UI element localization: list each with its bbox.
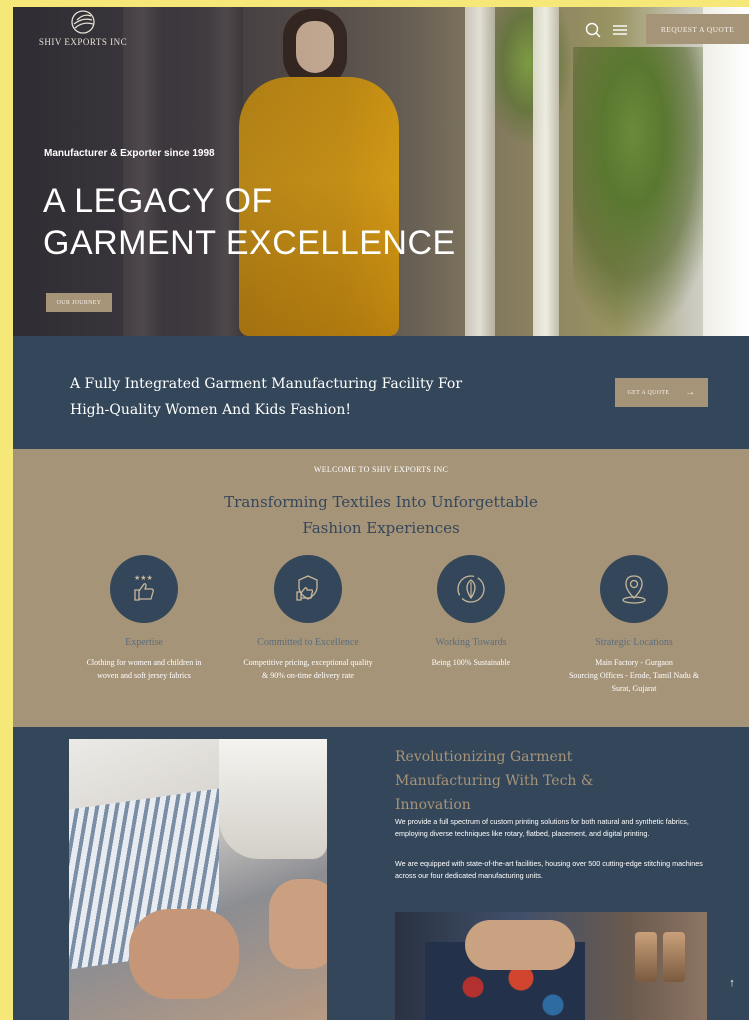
welcome-title-line2: Fashion Experiences bbox=[302, 519, 460, 537]
feature-locations: Strategic Locations Main Factory - Gurga… bbox=[554, 555, 714, 695]
search-icon[interactable] bbox=[584, 21, 602, 39]
feature-desc: Being 100% Sustainable bbox=[431, 658, 511, 667]
feature-expertise: ★★★ Expertise Clothing for women and chi… bbox=[64, 555, 224, 682]
welcome-title-line1: Transforming Textiles Into Unforgettable bbox=[224, 493, 538, 511]
hero-title-line1: A LEGACY OF bbox=[43, 182, 273, 220]
facility-text-line1: A Fully Integrated Garment Manufacturing… bbox=[70, 376, 463, 392]
feature-desc: Competitive pricing, exceptional quality… bbox=[243, 658, 373, 680]
innovation-paragraph-1: We provide a full spectrum of custom pri… bbox=[395, 817, 689, 838]
feature-sustainable: Working Towards Being 100% Sustainable bbox=[391, 555, 551, 669]
arrow-up-icon: ↑ bbox=[729, 977, 735, 989]
menu-icon[interactable] bbox=[611, 21, 629, 39]
location-pin-icon bbox=[622, 575, 646, 604]
hero-tagline: Manufacturer & Exporter since 1998 bbox=[44, 148, 215, 159]
logo-icon bbox=[71, 10, 95, 34]
our-journey-button[interactable]: OUR JOURNEY bbox=[46, 293, 112, 312]
request-quote-button[interactable]: REQUEST A QUOTE bbox=[646, 14, 749, 44]
hero-section: SHIV EXPORTS INC REQUEST A QUOTE Manufac… bbox=[13, 7, 749, 336]
excellence-icon bbox=[296, 575, 318, 601]
arrow-right-icon: → bbox=[685, 387, 696, 398]
embroidery-image bbox=[395, 912, 707, 1020]
feature-excellence: Committed to Excellence Competitive pric… bbox=[228, 555, 388, 682]
facility-text: A Fully Integrated Garment Manufacturing… bbox=[70, 371, 510, 423]
feature-title: Strategic Locations bbox=[595, 637, 673, 648]
feature-title: Committed to Excellence bbox=[257, 637, 359, 648]
facility-band: A Fully Integrated Garment Manufacturing… bbox=[13, 336, 749, 449]
svg-text:★★★: ★★★ bbox=[134, 574, 153, 582]
logo-text: SHIV EXPORTS INC bbox=[38, 37, 128, 47]
feature-desc: Clothing for women and children in woven… bbox=[86, 658, 202, 680]
welcome-eyebrow: WELCOME TO SHIV EXPORTS INC bbox=[313, 465, 449, 474]
feature-title: Expertise bbox=[125, 637, 163, 648]
get-quote-label: GET A QUOTE bbox=[627, 389, 670, 396]
sewing-machine-image bbox=[69, 739, 327, 1020]
feature-desc: Main Factory - Gurgaon Sourcing Offices … bbox=[568, 658, 699, 693]
get-quote-button[interactable]: GET A QUOTE → bbox=[615, 378, 708, 407]
innovation-title: Revolutionizing Garment Manufacturing Wi… bbox=[395, 749, 594, 813]
facility-text-line2: High-Quality Women And Kids Fashion! bbox=[70, 402, 352, 418]
leaf-icon bbox=[457, 575, 485, 603]
scroll-to-top-button[interactable]: ↑ bbox=[723, 974, 741, 992]
innovation-paragraph-2: We are equipped with state-of-the-art fa… bbox=[395, 859, 703, 880]
expertise-icon: ★★★ bbox=[134, 574, 154, 601]
innovation-section: Revolutionizing Garment Manufacturing Wi… bbox=[13, 727, 749, 1020]
welcome-section: WELCOME TO SHIV EXPORTS INC Transforming… bbox=[13, 449, 749, 727]
logo[interactable]: SHIV EXPORTS INC bbox=[28, 9, 138, 47]
page: SHIV EXPORTS INC REQUEST A QUOTE Manufac… bbox=[13, 7, 749, 1020]
welcome-title: Transforming Textiles Into Unforgettable… bbox=[13, 489, 749, 541]
hero-title-line2: GARMENT EXCELLENCE bbox=[43, 224, 456, 262]
hero-title: A LEGACY OF GARMENT EXCELLENCE bbox=[43, 180, 503, 264]
feature-title: Working Towards bbox=[435, 637, 507, 648]
